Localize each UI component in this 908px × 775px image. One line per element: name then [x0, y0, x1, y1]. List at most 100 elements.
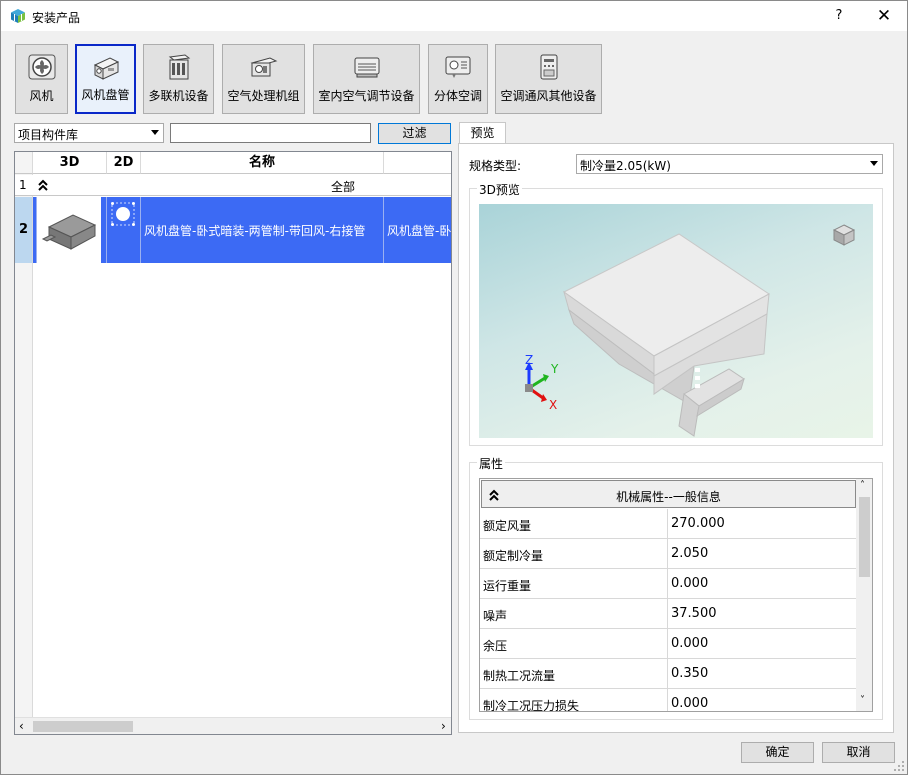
property-value[interactable]: 37.500 [671, 606, 717, 621]
property-value[interactable]: 2.050 [671, 546, 708, 561]
category-button-hvac-other[interactable]: 空调通风其他设备 [495, 44, 602, 114]
product-name: 风机盘管-卧式暗装-两管制-带回风-右接管 [144, 224, 366, 238]
category-label: 空调通风其他设备 [500, 89, 597, 103]
property-key: 噪声 [483, 609, 508, 623]
fan-coil-icon [93, 57, 119, 80]
category-label: 风机 [29, 89, 54, 103]
property-row[interactable]: 制冷工况压力损失 0.000 [480, 689, 856, 712]
property-row[interactable]: 运行重量 0.000 [480, 569, 856, 599]
category-button-split-ac[interactable]: 分体空调 [428, 44, 488, 114]
cancel-button[interactable]: 取消 [822, 742, 895, 763]
axis-y-label: Y [551, 362, 559, 376]
column-header-extra[interactable] [384, 152, 451, 174]
library-select[interactable]: 项目构件库 [14, 123, 164, 143]
chevron-down-icon [870, 161, 878, 166]
row-number: 2 [19, 222, 29, 237]
cell-2d-thumbnail[interactable] [107, 197, 141, 263]
scrollbar-thumb[interactable] [33, 721, 133, 732]
category-button-fan[interactable]: 风机 [15, 44, 68, 114]
spec-type-value: 制冷量2.05(kW) [580, 159, 671, 173]
property-row[interactable]: 制热工况流量 0.350 [480, 659, 856, 689]
category-button-fan-coil[interactable]: 风机盘管 [75, 44, 136, 114]
property-key: 额定风量 [483, 519, 532, 533]
category-label: 风机盘管 [81, 88, 130, 102]
property-key: 额定制冷量 [483, 549, 544, 563]
column-header-3d[interactable]: 3D [33, 152, 107, 174]
property-value[interactable]: 0.000 [671, 636, 708, 651]
column-header-name[interactable]: 名称 [141, 152, 384, 174]
property-key: 制热工况流量 [483, 669, 556, 683]
category-label: 室内空气调节设备 [318, 89, 415, 103]
property-value[interactable]: 0.000 [671, 576, 708, 591]
ok-button[interactable]: 确定 [741, 742, 814, 763]
view-cube-icon[interactable] [831, 222, 857, 248]
chevron-down-icon [151, 130, 159, 135]
filter-row-value: 全部 [331, 180, 356, 194]
split-ac-icon [445, 56, 471, 78]
axis-z-label: Z [525, 353, 534, 367]
install-product-dialog: 安装产品 ? ✕ 风机 风机盘管 多联机设备 空气处理机组 室内空气调节设备 分… [0, 0, 908, 775]
category-button-ahu[interactable]: 空气处理机组 [222, 44, 305, 114]
filter-button[interactable]: 过滤 [378, 123, 451, 144]
product-name-extra: 风机盘管-卧 [387, 224, 451, 238]
property-section-title: 机械属性--一般信息 [616, 490, 721, 504]
indoor-ac-icon [354, 57, 379, 78]
filter-row: 1 全部 [15, 175, 451, 196]
property-value[interactable]: 0.000 [671, 696, 708, 711]
3d-viewport[interactable]: Z Y X [479, 204, 873, 438]
fan-icon [28, 54, 55, 80]
scroll-up-icon[interactable]: ˄ [860, 480, 865, 491]
app-icon [11, 9, 25, 23]
component-table: 3D 2D 名称 1 全部 2 风机盘管-卧式暗装-两管制-带回风-右接管 风机… [14, 151, 452, 735]
category-label: 分体空调 [433, 89, 482, 103]
column-header-2d[interactable]: 2D [107, 152, 141, 174]
properties-grid: 机械属性--一般信息 额定风量 270.000 额定制冷量 2.050 运行重量… [479, 478, 873, 712]
property-section-header[interactable]: 机械属性--一般信息 [481, 480, 856, 508]
resize-grip-icon[interactable] [893, 760, 905, 772]
double-chevron-up-icon[interactable] [37, 179, 49, 191]
hvac-other-icon [540, 54, 557, 80]
ahu-icon [250, 57, 277, 77]
fan-coil-thumbnail-icon [41, 214, 97, 250]
library-select-value: 项目构件库 [18, 128, 79, 142]
title-bar: 安装产品 ? ✕ [1, 1, 907, 31]
cell-name[interactable]: 风机盘管-卧式暗装-两管制-带回风-右接管 [141, 197, 384, 263]
property-row[interactable]: 余压 0.000 [480, 629, 856, 659]
window-title: 安装产品 [32, 11, 81, 25]
spec-type-select[interactable]: 制冷量2.05(kW) [576, 154, 883, 174]
property-key: 运行重量 [483, 579, 532, 593]
horizontal-scrollbar[interactable]: ‹ › [15, 717, 451, 734]
spec-type-label: 规格类型: [469, 159, 522, 173]
property-key: 余压 [483, 639, 508, 653]
fan-coil-2d-icon [111, 202, 135, 226]
preview-3d-group-title: 3D预览 [477, 181, 522, 198]
category-label: 空气处理机组 [227, 89, 300, 103]
filter-input[interactable] [170, 123, 371, 143]
help-button[interactable]: ? [827, 5, 851, 27]
tab-preview[interactable]: 预览 [459, 122, 506, 144]
scroll-right-icon[interactable]: › [441, 719, 446, 733]
property-value[interactable]: 270.000 [671, 516, 725, 531]
scroll-down-icon[interactable]: ˅ [860, 695, 865, 706]
category-label: 多联机设备 [148, 89, 209, 103]
property-row[interactable]: 额定风量 270.000 [480, 509, 856, 539]
row-header[interactable]: 2 [15, 197, 33, 263]
cell-3d-thumbnail[interactable] [37, 197, 101, 263]
property-key: 制冷工况压力损失 [483, 699, 580, 712]
category-button-vrf[interactable]: 多联机设备 [143, 44, 214, 114]
table-row[interactable]: 2 风机盘管-卧式暗装-两管制-带回风-右接管 风机盘管-卧 [15, 197, 451, 264]
row-number: 1 [19, 178, 27, 192]
properties-group-title: 属性 [477, 455, 506, 472]
category-button-indoor-ac[interactable]: 室内空气调节设备 [313, 44, 420, 114]
cell-name-extra[interactable]: 风机盘管-卧 [384, 197, 451, 263]
vertical-scrollbar[interactable]: ˄ ˅ [856, 479, 872, 711]
close-button[interactable]: ✕ [869, 5, 899, 27]
property-row[interactable]: 额定制冷量 2.050 [480, 539, 856, 569]
property-row[interactable]: 噪声 37.500 [480, 599, 856, 629]
corner-header [15, 152, 33, 174]
property-value[interactable]: 0.350 [671, 666, 708, 681]
scrollbar-thumb[interactable] [859, 497, 870, 577]
axis-x-label: X [549, 398, 558, 412]
scroll-left-icon[interactable]: ‹ [19, 719, 24, 733]
vrf-icon [168, 54, 190, 80]
